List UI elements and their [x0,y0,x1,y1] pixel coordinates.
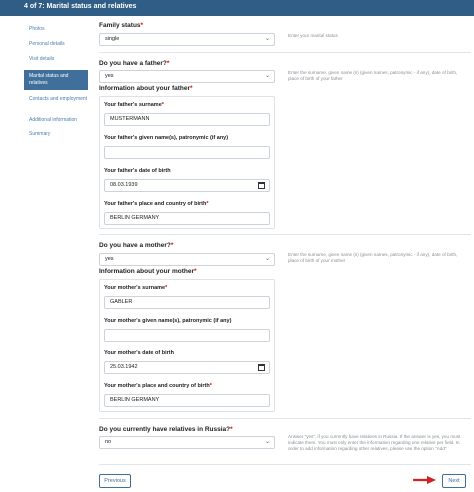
chevron-down-icon: ⌄ [264,36,270,42]
calendar-icon[interactable] [258,182,265,189]
mother-surname-input[interactable]: GABLER [104,296,270,309]
mother-question-label: Do you have a mother?* [99,242,174,249]
mother-given-names-label: Your mother's given name(s), patronymic … [104,318,232,324]
divider [99,418,471,419]
father-dob-label: Your father's date of birth [104,168,171,174]
sidebar-item-visit-details[interactable]: Visit details [24,56,88,63]
previous-button[interactable]: Previous [99,474,131,488]
arrow-right-icon [413,476,436,484]
relatives-hint: Answer "yes", if you currently have rela… [288,434,461,451]
relatives-question-label: Do you currently have relatives in Russi… [99,426,233,433]
sidebar-item-additional-info[interactable]: Additional information [24,117,88,124]
sidebar-item-marital-status[interactable]: Marital status and relatives [24,70,88,90]
next-button[interactable]: Next [442,474,466,488]
father-birthplace-input[interactable]: BERLIN GERMANY [104,212,270,225]
mother-select[interactable]: yes ⌄ [99,253,275,266]
mother-surname-label: Your mother's surname* [104,285,168,291]
mother-birthplace-label: Your mother's place and country of birth… [104,383,212,389]
father-given-names-label: Your father's given name(s), patronymic … [104,135,229,141]
chevron-down-icon: ⌄ [264,256,270,262]
step-title: 4 of 7: Marital status and relatives [24,3,137,10]
page-header: 4 of 7: Marital status and relatives [0,0,474,16]
father-hint: Enter the surname, given name (s) (given… [288,70,458,81]
mother-info-title: Information about your mother* [99,268,197,275]
family-status-hint: Enter your marital status [288,33,338,38]
father-dob-input[interactable]: 08.03.1939 [104,179,270,192]
father-birthplace-label: Your father's place and country of birth… [104,201,209,207]
divider [99,464,471,465]
chevron-down-icon: ⌄ [264,73,270,79]
divider [99,52,471,53]
mother-given-names-input[interactable] [104,329,270,342]
family-status-label: Family status* [99,22,144,29]
father-question-label: Do you have a father?* [99,60,170,67]
father-surname-input[interactable]: MUSTERMANN [104,113,270,126]
mother-dob-label: Your mother's date of birth [104,350,174,356]
calendar-icon[interactable] [258,364,265,371]
father-info-title: Information about your father* [99,85,193,92]
sidebar-item-personal-details[interactable]: Personal details [24,41,88,48]
relatives-select[interactable]: no ⌄ [99,436,275,449]
father-surname-label: Your father's surname* [104,102,164,108]
sidebar-item-photos[interactable]: Photos [24,26,88,33]
family-status-select[interactable]: single ⌄ [99,33,275,46]
sidebar-item-summary[interactable]: Summary [24,131,88,138]
chevron-down-icon: ⌄ [264,439,270,445]
father-given-names-input[interactable] [104,146,270,159]
mother-dob-input[interactable]: 25.03.1942 [104,361,270,374]
divider [99,234,471,235]
father-select[interactable]: yes ⌄ [99,70,275,83]
mother-hint: Enter the surname, given name (s) (given… [288,252,458,263]
mother-birthplace-input[interactable]: BERLIN GERMANY [104,394,270,407]
sidebar-item-contacts-employment[interactable]: Contacts and employment [24,96,88,103]
